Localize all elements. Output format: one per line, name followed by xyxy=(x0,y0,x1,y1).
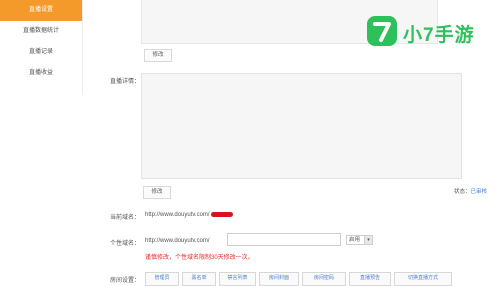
description-label: 直播详情： xyxy=(110,79,141,85)
logo-text: 小7手游 xyxy=(403,25,475,46)
current-domain-label: 当前域名： xyxy=(110,215,141,221)
review-status: 状态：已审核 xyxy=(454,187,487,195)
domain-warning-text: 谨慎修改，个性域名限制30天修改一次。 xyxy=(145,255,254,261)
seven-logo-icon xyxy=(367,16,397,46)
sidebar: 直播设置 直播数据统计 直播记录 直播收益 xyxy=(0,0,83,95)
status-label: 状态： xyxy=(454,189,471,195)
tab-blacklist[interactable]: 黑名单 xyxy=(182,272,216,286)
domain-enable-select[interactable]: 启用 ▾ xyxy=(346,235,373,245)
tab-mute-list[interactable]: 禁言列表 xyxy=(219,272,256,286)
tab-room-password[interactable]: 房间密码 xyxy=(302,272,346,286)
sidebar-item-live-stats[interactable]: 直播数据统计 xyxy=(0,21,82,42)
sidebar-item-live-settings[interactable]: 直播设置 xyxy=(0,0,82,21)
sidebar-item-live-records[interactable]: 直播记录 xyxy=(0,42,82,63)
tab-admins[interactable]: 管理员 xyxy=(145,272,179,286)
domain-enable-select-value: 启用 xyxy=(349,237,361,243)
custom-domain-prefix: http://www.douyutv.com/ xyxy=(145,238,210,244)
custom-domain-input[interactable] xyxy=(227,233,341,246)
custom-domain-label: 个性域名： xyxy=(110,241,141,247)
description-textarea[interactable] xyxy=(141,73,462,179)
tab-live-preview[interactable]: 直播预告 xyxy=(349,272,391,286)
modify-description-button[interactable]: 修改 xyxy=(143,186,171,199)
sidebar-item-live-earnings[interactable]: 直播收益 xyxy=(0,63,82,84)
tab-switch-live-mode[interactable]: 切换直播方式 xyxy=(394,272,452,286)
redaction-mark xyxy=(210,212,233,217)
current-domain-value: http://www.douyutv.com/ xyxy=(145,212,233,218)
current-domain-url: http://www.douyutv.com/ xyxy=(145,212,210,219)
status-value: 已审核 xyxy=(470,189,488,195)
room-settings-label: 房间设置： xyxy=(110,278,141,284)
chevron-down-icon: ▾ xyxy=(364,236,372,244)
tab-room-cover[interactable]: 房间封面 xyxy=(259,272,299,286)
modify-announcement-button[interactable]: 修改 xyxy=(144,49,172,62)
